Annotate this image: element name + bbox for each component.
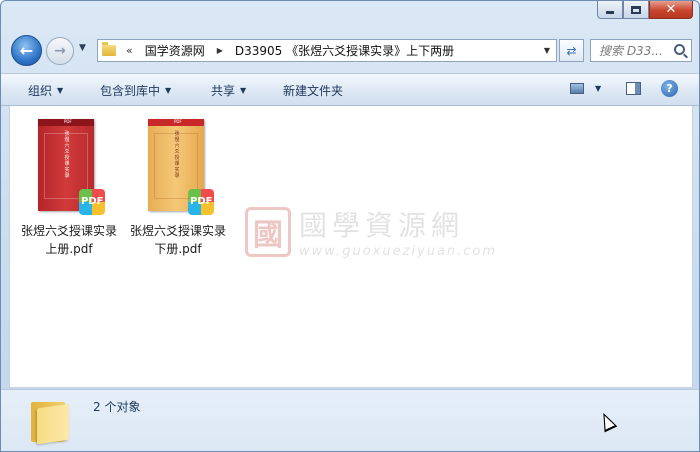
close-button[interactable]: ✕	[649, 1, 693, 19]
watermark-cn: 國學資源網	[299, 209, 465, 242]
command-bar: 组织 ▼ 包含到库中 ▼ 共享 ▼ 新建文件夹 ▼ ?	[1, 73, 699, 106]
address-overflow-chevron[interactable]: «	[126, 44, 133, 57]
explorer-window: ✕ ← → ▼ « 国学资源网 ▶ D33905 《张煜六爻授课实录》上下两册 …	[0, 0, 700, 452]
chevron-down-icon: ▼	[240, 86, 247, 95]
file-name-line2: 上册.pdf	[45, 242, 93, 256]
close-icon: ✕	[665, 2, 677, 17]
file-name[interactable]: 张煜六爻授课实录 上册.pdf	[13, 222, 125, 258]
watermark-seal: 國	[245, 206, 291, 257]
breadcrumb-separator-icon[interactable]: ▶	[217, 46, 223, 55]
help-icon[interactable]: ?	[661, 80, 678, 97]
address-bar[interactable]: « 国学资源网 ▶ D33905 《张煜六爻授课实录》上下两册 ▼	[97, 39, 557, 62]
include-in-library-label: 包含到库中	[100, 84, 161, 98]
pdf-app-icon: PDF	[79, 189, 105, 215]
pdf-app-icon: PDF	[188, 189, 214, 215]
share-menu[interactable]: 共享 ▼	[211, 82, 246, 99]
view-options-dropdown[interactable]: ▼	[595, 84, 601, 93]
search-icon[interactable]	[674, 44, 685, 55]
chevron-down-icon: ▼	[57, 86, 64, 95]
forward-button[interactable]: →	[46, 37, 74, 65]
back-arrow-icon: ←	[19, 41, 34, 60]
back-button[interactable]: ←	[11, 35, 42, 66]
recent-pages-dropdown[interactable]: ▼	[79, 43, 86, 53]
include-in-library-menu[interactable]: 包含到库中 ▼	[100, 82, 171, 99]
change-view-icon[interactable]	[570, 83, 584, 94]
details-pane: 2 个对象	[1, 389, 699, 451]
maximize-icon	[631, 5, 641, 14]
preview-pane-icon[interactable]	[626, 82, 641, 95]
cover-label: PDF	[174, 119, 182, 124]
organize-label: 组织	[28, 84, 53, 98]
cover-title: 张煜六爻授课实录	[174, 131, 180, 179]
folder-icon	[102, 42, 116, 56]
file-name-line1: 张煜六爻授课实录	[129, 224, 226, 238]
file-name-line1: 张煜六爻授课实录	[20, 224, 117, 238]
pdf-badge-label: PDF	[81, 196, 104, 207]
watermark-en: www.guoxueziyuan.com	[299, 244, 498, 259]
new-folder-label: 新建文件夹	[283, 84, 344, 98]
folder-icon	[31, 398, 71, 445]
organize-menu[interactable]: 组织 ▼	[28, 82, 63, 99]
file-name-line2: 下册.pdf	[154, 242, 202, 256]
breadcrumb-root[interactable]: 国学资源网	[145, 42, 205, 59]
breadcrumb-current[interactable]: D33905 《张煜六爻授课实录》上下两册	[235, 42, 454, 59]
refresh-icon: ⇄	[566, 43, 577, 58]
new-folder-button[interactable]: 新建文件夹	[283, 82, 343, 99]
file-list-pane[interactable]: PDF 张煜六爻授课实录 PDF 张煜六爻授课实录 上册.pdf PDF 张煜六…	[9, 106, 693, 388]
share-label: 共享	[211, 84, 236, 98]
maximize-button[interactable]	[623, 1, 649, 19]
address-dropdown-icon[interactable]: ▼	[544, 46, 550, 55]
cover-title: 张煜六爻授课实录	[64, 131, 70, 179]
search-box[interactable]: 搜索 D33...	[590, 39, 692, 62]
cover-label: PDF	[64, 119, 72, 124]
minimize-icon	[606, 11, 614, 14]
caption-buttons: ✕	[597, 1, 693, 19]
forward-arrow-icon: →	[54, 43, 66, 59]
minimize-button[interactable]	[597, 1, 623, 19]
navigation-bar: ← → ▼ « 国学资源网 ▶ D33905 《张煜六爻授课实录》上下两册 ▼ …	[1, 33, 699, 67]
file-name[interactable]: 张煜六爻授课实录 下册.pdf	[122, 222, 234, 258]
pdf-badge-label: PDF	[190, 196, 213, 207]
item-count: 2 个对象	[93, 400, 141, 414]
watermark: 國 國學資源網 www.guoxueziyuan.com	[245, 204, 497, 259]
watermark-text: 國學資源網 www.guoxueziyuan.com	[299, 204, 497, 259]
search-input[interactable]: 搜索 D33...	[599, 42, 671, 59]
refresh-button[interactable]: ⇄	[559, 39, 584, 62]
chevron-down-icon: ▼	[165, 86, 172, 95]
